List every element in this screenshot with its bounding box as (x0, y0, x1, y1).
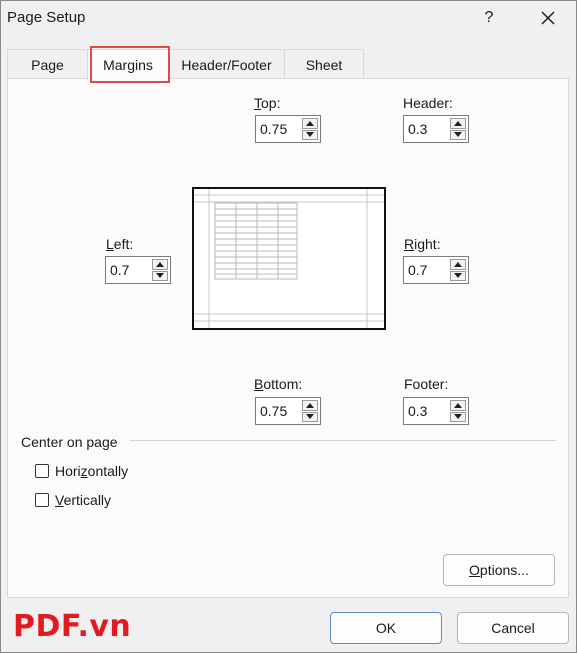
bottom-decrement-button[interactable] (302, 411, 318, 422)
ok-button-label: OK (375, 620, 397, 636)
arrow-up-icon (454, 120, 462, 126)
close-button[interactable] (534, 5, 562, 31)
right-decrement-button[interactable] (450, 270, 466, 281)
ok-button[interactable]: OK (330, 612, 442, 644)
tab-margins[interactable]: Margins (87, 46, 170, 83)
right-increment-button[interactable] (450, 259, 466, 270)
footer-decrement-button[interactable] (450, 411, 466, 422)
help-button[interactable]: ? (475, 5, 503, 31)
cancel-button[interactable]: Cancel (457, 612, 569, 644)
tab-sheet[interactable]: Sheet (284, 49, 364, 79)
bottom-label: Bottom: (254, 376, 303, 392)
options-button-label: Options... (469, 562, 529, 578)
tab-sheet-label: Sheet (305, 56, 343, 73)
options-button[interactable]: Options... (443, 554, 555, 586)
bottom-value[interactable]: 0.75 (256, 398, 302, 424)
bottom-increment-button[interactable] (302, 400, 318, 411)
arrow-down-icon (454, 273, 462, 279)
top-increment-button[interactable] (302, 118, 318, 129)
arrow-down-icon (306, 414, 314, 420)
left-spinner[interactable]: 0.7 (105, 256, 171, 284)
page-preview-graphic (194, 189, 384, 328)
arrow-down-icon (454, 132, 462, 138)
right-spinner[interactable]: 0.7 (403, 256, 469, 284)
right-label: Right: (404, 236, 441, 252)
top-value[interactable]: 0.75 (256, 116, 302, 142)
arrow-up-icon (454, 402, 462, 408)
right-value[interactable]: 0.7 (404, 257, 450, 283)
header-increment-button[interactable] (450, 118, 466, 129)
horizontally-checkbox-row[interactable]: Horizontally (35, 463, 128, 479)
cancel-button-label: Cancel (491, 620, 535, 636)
left-increment-button[interactable] (152, 259, 168, 270)
header-label: Header: (403, 95, 453, 111)
horizontally-label: Horizontally (55, 463, 129, 479)
footer-increment-button[interactable] (450, 400, 466, 411)
arrow-up-icon (156, 261, 164, 267)
dialog-title: Page Setup (7, 9, 86, 26)
header-spinner[interactable]: 0.3 (403, 115, 469, 143)
arrow-down-icon (306, 132, 314, 138)
page-preview (192, 187, 386, 330)
header-decrement-button[interactable] (450, 129, 466, 140)
tab-page-label: Page (31, 56, 64, 73)
top-decrement-button[interactable] (302, 129, 318, 140)
tab-header-footer[interactable]: Header/Footer (168, 49, 285, 79)
horizontally-checkbox[interactable] (35, 464, 49, 478)
tab-strip: Page Margins Header/Footer Sheet (7, 46, 364, 83)
bottom-spinner[interactable]: 0.75 (255, 397, 321, 425)
watermark-logo: PDF.vn (13, 609, 132, 644)
margins-panel: Top: 0.75 Header: 0.3 Left: 0.7 Right: 0… (7, 78, 569, 598)
header-value[interactable]: 0.3 (404, 116, 450, 142)
arrow-down-icon (156, 273, 164, 279)
page-setup-dialog: Page Setup ? Page Margins Header/Footer … (0, 0, 577, 653)
help-icon: ? (484, 9, 494, 26)
footer-value[interactable]: 0.3 (404, 398, 450, 424)
top-spinner[interactable]: 0.75 (255, 115, 321, 143)
arrow-up-icon (306, 402, 314, 408)
left-label: Left: (106, 236, 134, 252)
footer-label: Footer: (404, 376, 449, 392)
top-label: Top: (254, 95, 281, 111)
group-divider (130, 440, 556, 441)
left-value[interactable]: 0.7 (106, 257, 152, 283)
vertically-checkbox-row[interactable]: Vertically (35, 492, 111, 508)
tab-page[interactable]: Page (7, 49, 88, 79)
tab-header-footer-label: Header/Footer (181, 56, 272, 73)
vertically-label: Vertically (55, 492, 112, 508)
close-icon (541, 11, 555, 25)
footer-spinner[interactable]: 0.3 (403, 397, 469, 425)
arrow-down-icon (454, 414, 462, 420)
arrow-up-icon (306, 120, 314, 126)
tab-highlight-box (90, 46, 170, 83)
arrow-up-icon (454, 261, 462, 267)
center-on-page-heading: Center on page (21, 434, 118, 450)
left-decrement-button[interactable] (152, 270, 168, 281)
vertically-checkbox[interactable] (35, 493, 49, 507)
title-bar: Page Setup ? (1, 1, 576, 37)
